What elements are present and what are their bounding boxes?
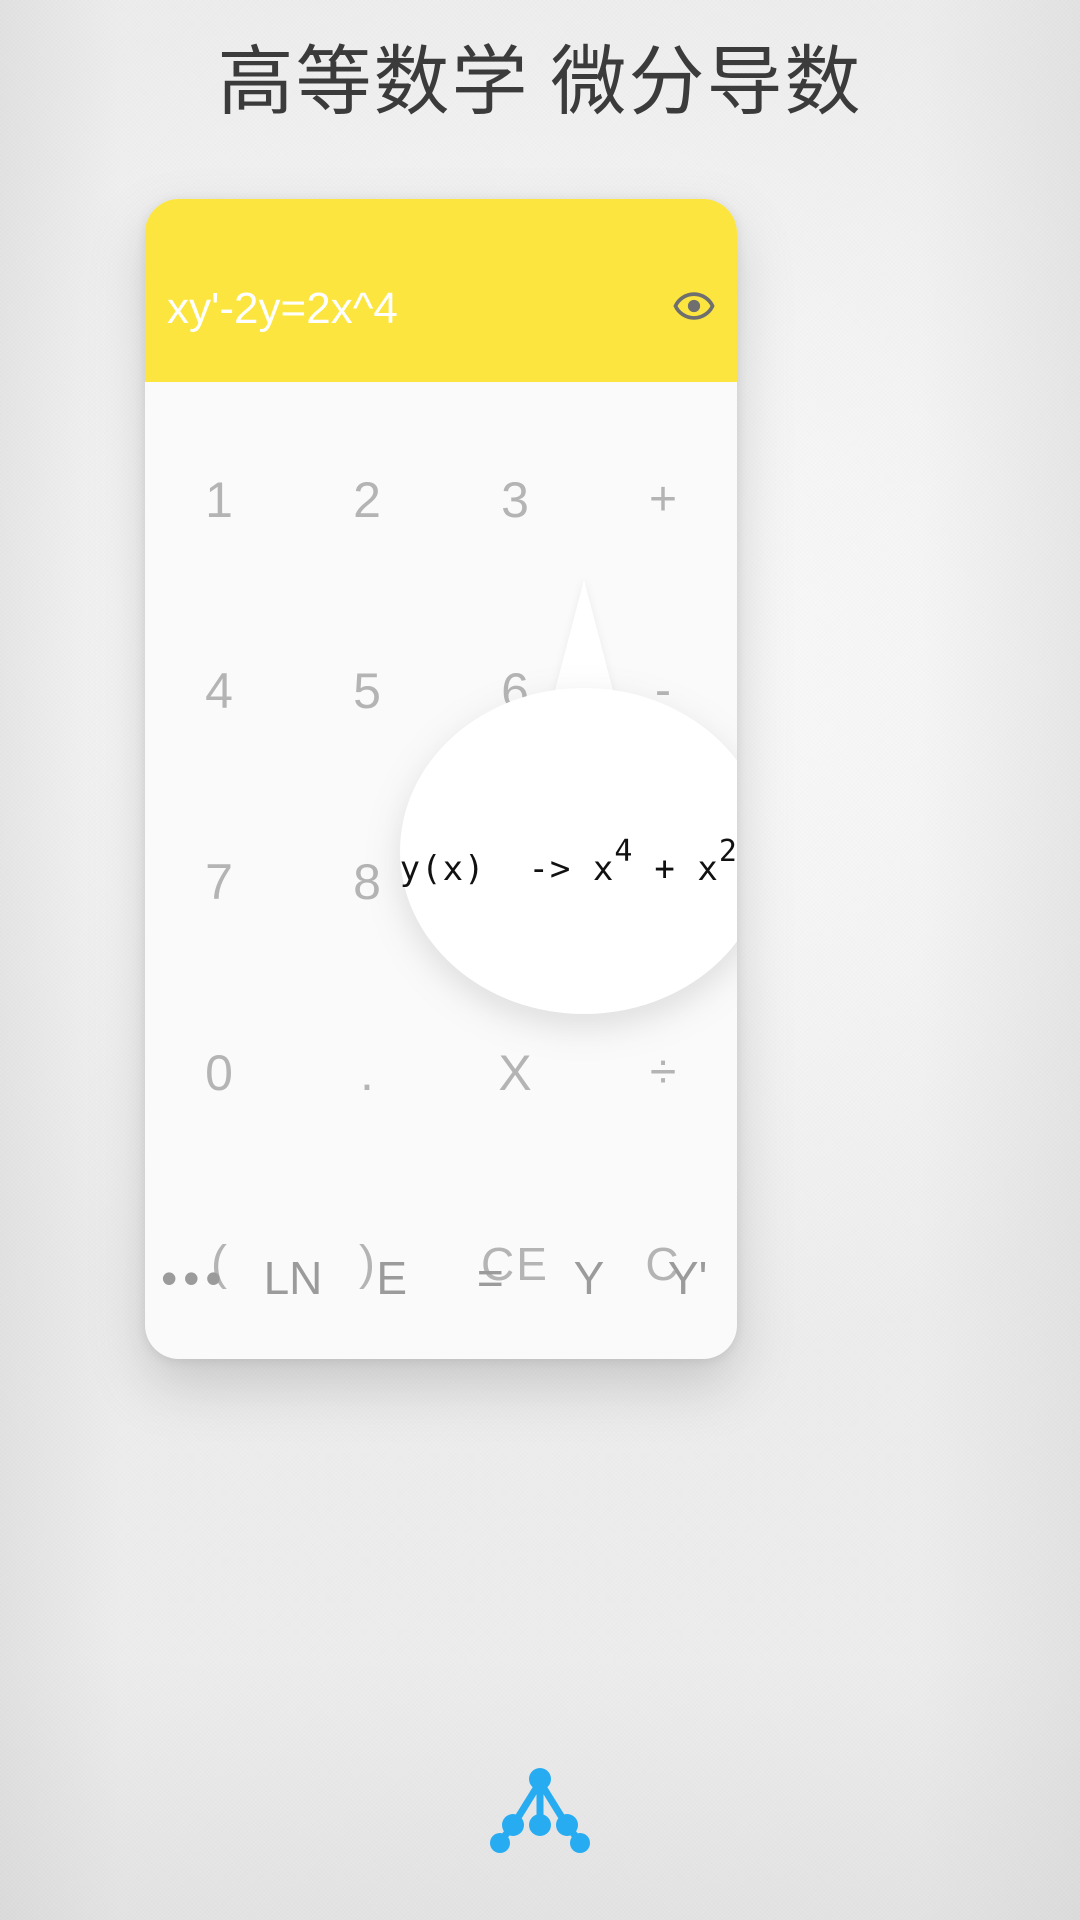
result-formula: y(x) -> x 4 + x 2 C — [399, 834, 737, 889]
result-exponent-2: 2 — [718, 834, 737, 870]
key-2[interactable]: 2 — [293, 404, 441, 595]
backdrop-vignette-left — [0, 0, 120, 1920]
key-equals[interactable]: = — [441, 1196, 540, 1359]
page-title: 高等数学 微分导数 — [217, 41, 863, 125]
result-middle: + x — [654, 849, 719, 889]
result-exponent-1: 4 — [614, 834, 633, 870]
eye-icon[interactable] — [673, 285, 715, 333]
key-e[interactable]: E — [342, 1196, 441, 1359]
key-ln[interactable]: LN — [244, 1196, 343, 1359]
key-0[interactable]: 0 — [145, 977, 293, 1168]
key-more-options[interactable]: ••• — [145, 1196, 244, 1359]
expression-header: xy'-2y=2x^4 — [145, 199, 737, 382]
expression-row: xy'-2y=2x^4 — [145, 284, 737, 382]
key-5[interactable]: 5 — [293, 595, 441, 786]
key-y-prime[interactable]: Y' — [638, 1196, 737, 1359]
key-4[interactable]: 4 — [145, 595, 293, 786]
key-7[interactable]: 7 — [145, 786, 293, 977]
expression-input[interactable]: xy'-2y=2x^4 — [167, 284, 398, 334]
result-bubble-tail — [553, 580, 615, 698]
result-prefix: y(x) -> x — [399, 849, 615, 889]
key-decimal-point[interactable]: . — [293, 977, 441, 1168]
key-3[interactable]: 3 — [441, 404, 589, 595]
function-row: ••• LN E = Y Y' — [145, 1196, 737, 1359]
key-1[interactable]: 1 — [145, 404, 293, 595]
key-y[interactable]: Y — [540, 1196, 639, 1359]
calculator-app-card: xy'-2y=2x^4 1 2 3 + 4 5 6 - 7 8 9 × 0 . … — [145, 199, 737, 1359]
backdrop-vignette-right — [920, 0, 1080, 1920]
key-plus[interactable]: + — [589, 404, 737, 595]
tree-graph-logo — [490, 1768, 590, 1853]
